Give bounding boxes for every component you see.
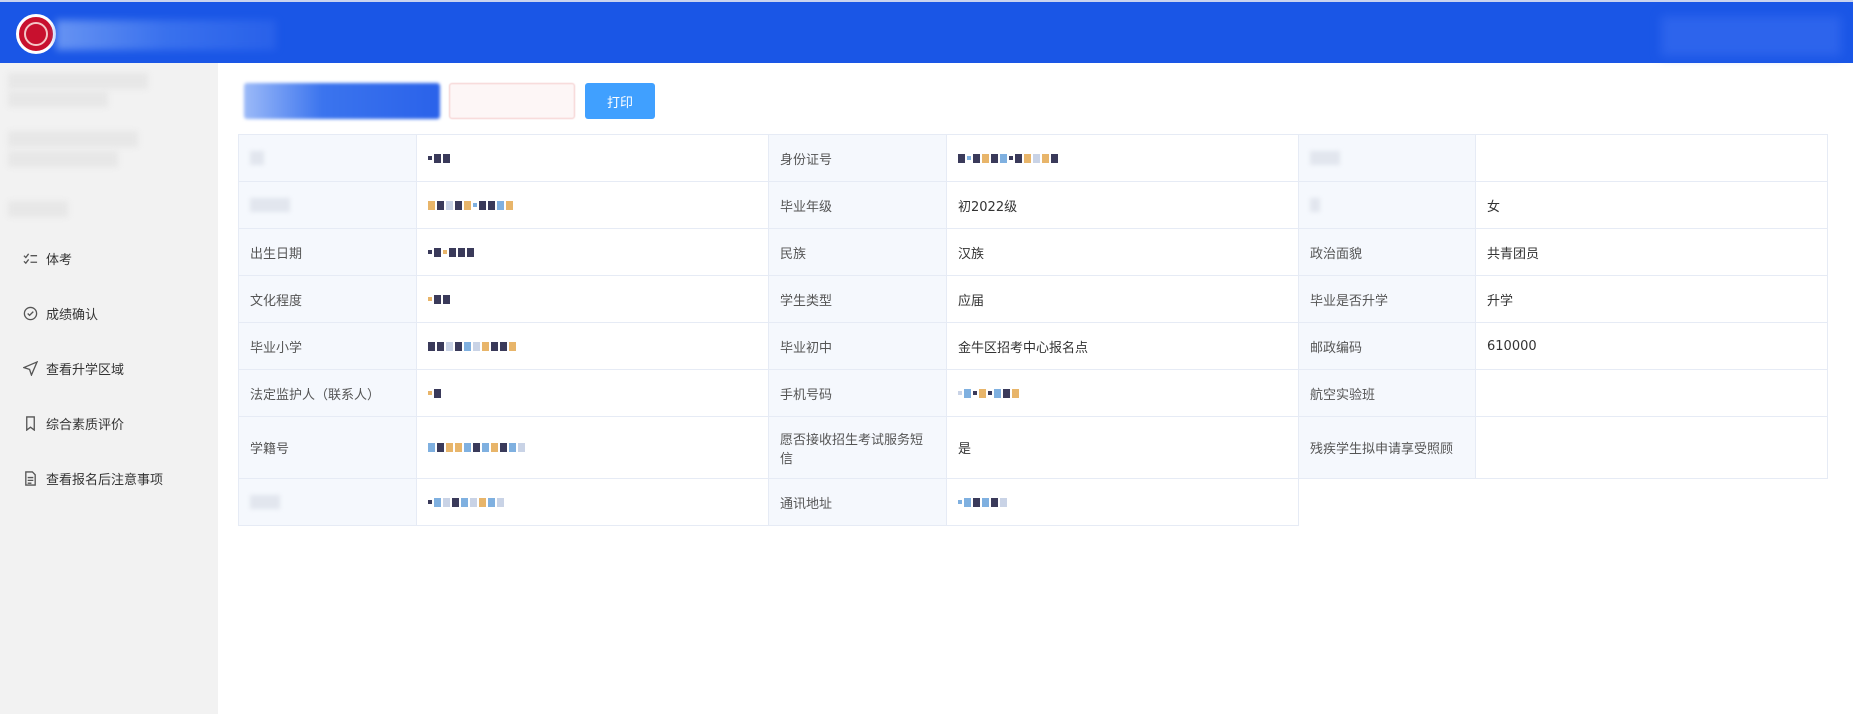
table-label [1298,134,1476,182]
table-label: 出生日期 [238,228,417,276]
student-info-table: 身份证号 毕业年级 初2022级 女 出生日期 民族 汉族 政治面貌 共青团员 … [238,134,1828,526]
sidebar-item-label: 查看升学区域 [46,362,125,378]
table-label: 邮政编码 [1298,322,1476,370]
sidebar-item-label: 体考 [46,252,73,268]
sidebar-redacted-1 [8,73,148,89]
table-value [1475,134,1828,182]
table-value [1475,369,1828,417]
table-value: 610000 [1475,322,1828,370]
table-label: 毕业是否升学 [1298,275,1476,323]
redacted-button-1[interactable] [244,83,440,119]
table-label: 学生类型 [768,275,947,323]
table-row: 毕业小学 毕业初中 金牛区招考中心报名点 邮政编码 610000 [238,322,1828,370]
table-label: 民族 [768,228,947,276]
table-value: 升学 [1475,275,1828,323]
table-value-redacted [416,134,769,182]
table-label: 学籍号 [238,416,417,479]
empty-cell [1298,478,1476,526]
sidebar-item-quality-evaluation[interactable]: 综合素质评价 [0,403,218,443]
table-label: 愿否接收招生考试服务短信 [768,416,947,479]
table-row: 文化程度 学生类型 应届 毕业是否升学 升学 [238,275,1828,323]
sidebar-redacted-3 [8,131,138,147]
sidebar-item-notices[interactable]: 查看报名后注意事项 [0,458,218,498]
table-value: 是 [946,416,1299,479]
table-value [1475,416,1828,479]
table-label: 航空实验班 [1298,369,1476,417]
table-value-redacted [946,134,1299,182]
school-logo-icon [16,14,56,54]
user-area-redacted[interactable] [1661,16,1841,56]
sidebar-item-label: 综合素质评价 [46,417,125,433]
table-label [238,181,417,229]
table-value-redacted [416,478,769,526]
table-label [1298,181,1476,229]
table-label: 法定监护人（联系人） [238,369,417,417]
table-value-redacted [416,416,769,479]
print-button[interactable]: 打印 [585,83,655,119]
table-value: 金牛区招考中心报名点 [946,322,1299,370]
table-row: 毕业年级 初2022级 女 [238,181,1828,229]
table-value-redacted [416,181,769,229]
table-row: 身份证号 [238,134,1828,182]
sidebar-item-enrollment-area[interactable]: 查看升学区域 [0,348,218,388]
send-icon [22,360,38,376]
table-value-redacted [416,369,769,417]
table-value: 应届 [946,275,1299,323]
table-value-redacted [946,478,1299,526]
bookmark-icon [22,415,38,431]
table-label: 毕业小学 [238,322,417,370]
table-row: 学籍号 愿否接收招生考试服务短信 是 残疾学生拟申请享受照顾 [238,416,1828,479]
table-label [238,134,417,182]
table-value-redacted [416,275,769,323]
table-row: 出生日期 民族 汉族 政治面貌 共青团员 [238,228,1828,276]
table-label: 政治面貌 [1298,228,1476,276]
sidebar-redacted-5[interactable] [8,201,68,217]
sidebar-item-label: 成绩确认 [46,307,99,323]
document-icon [22,470,38,486]
sidebar-redacted-2 [8,91,108,107]
sidebar-item-physical-exam[interactable]: 体考 [0,238,218,278]
checklist-icon [22,250,38,266]
table-label: 毕业年级 [768,181,947,229]
sidebar-item-label: 查看报名后注意事项 [46,472,164,488]
table-label: 通讯地址 [768,478,947,526]
table-value-redacted [416,322,769,370]
brand-title-redacted [56,20,276,50]
top-header [0,0,1853,63]
table-row: 法定监护人（联系人） 手机号码 航空实验班 [238,369,1828,417]
table-value-redacted [946,369,1299,417]
table-label: 手机号码 [768,369,947,417]
table-label: 文化程度 [238,275,417,323]
table-value: 女 [1475,181,1828,229]
sidebar-item-score-confirm[interactable]: 成绩确认 [0,293,218,333]
table-value: 汉族 [946,228,1299,276]
table-label [238,478,417,526]
check-circle-icon [22,305,38,321]
table-value-redacted [416,228,769,276]
redacted-button-2[interactable] [449,83,575,119]
table-value: 初2022级 [946,181,1299,229]
sidebar: 体考 成绩确认 查看升学区域 综合素质评价 查看报名后注意事项 [0,63,218,714]
table-row: 通讯地址 [238,478,1828,526]
sidebar-redacted-4 [8,151,118,167]
table-label: 身份证号 [768,134,947,182]
table-label: 残疾学生拟申请享受照顾 [1298,416,1476,479]
table-label: 毕业初中 [768,322,947,370]
table-value: 共青团员 [1475,228,1828,276]
empty-cell [1475,478,1828,526]
